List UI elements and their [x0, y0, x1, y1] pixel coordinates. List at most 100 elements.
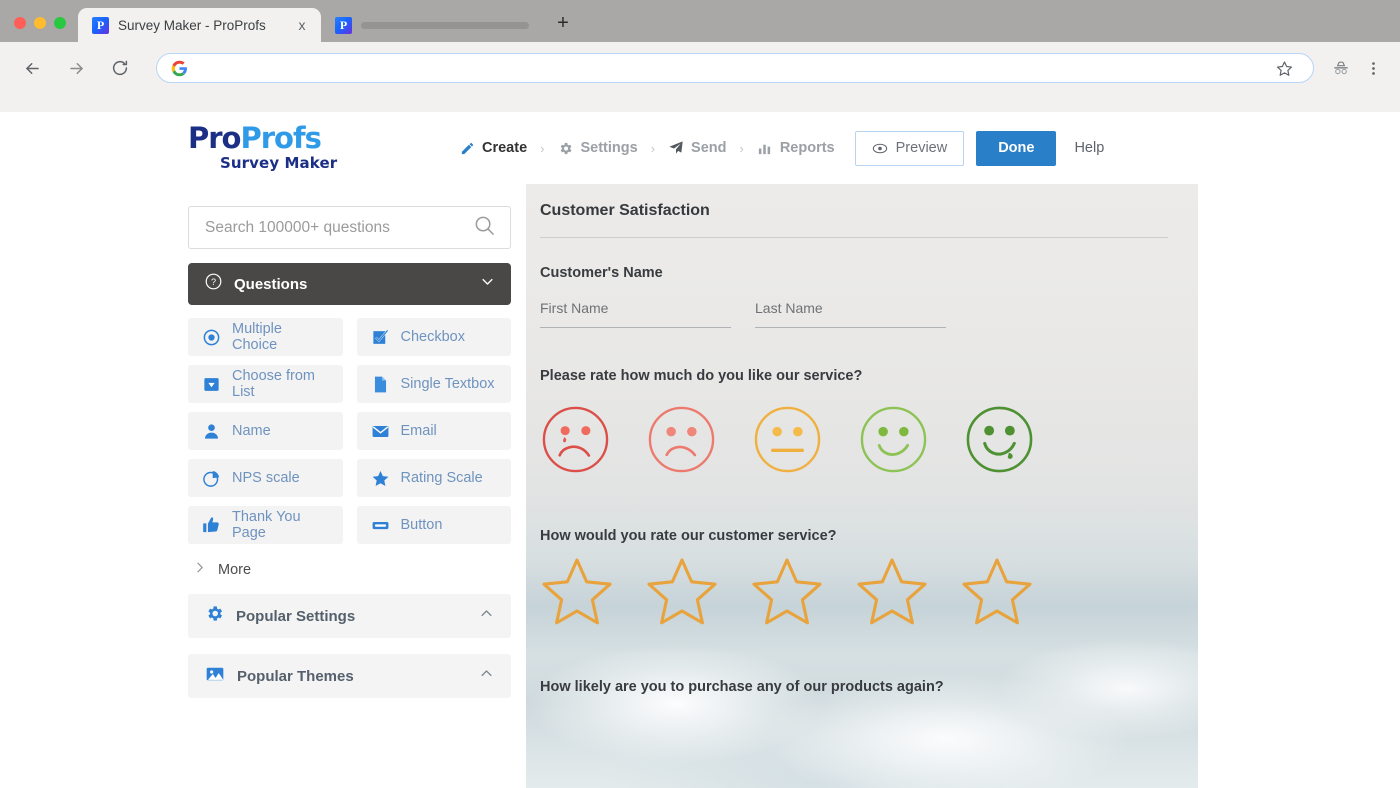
help-link[interactable]: Help — [1074, 140, 1104, 156]
star-outline-icon[interactable] — [1269, 53, 1299, 83]
new-tab-button[interactable]: + — [546, 6, 580, 40]
preview-button[interactable]: Preview — [854, 130, 965, 166]
question-type-choose-from-list[interactable]: Choose from List — [188, 365, 343, 403]
chrome-bottom-edge — [0, 94, 1400, 112]
question-type-label: Thank You Page — [232, 509, 301, 541]
survey-preview-pane: Customer Satisfaction Customer's Name Fi… — [526, 184, 1198, 788]
question-type-multiple-choice[interactable]: Multiple Choice — [188, 318, 343, 356]
question-type-email[interactable]: Email — [356, 412, 511, 450]
more-button[interactable]: More — [188, 561, 511, 578]
minimize-window-button[interactable] — [34, 17, 46, 29]
question-type-label: Button — [400, 517, 443, 533]
question-type-thank-you-page[interactable]: Thank You Page — [188, 506, 343, 544]
svg-text:?: ? — [211, 277, 216, 287]
back-arrow-icon[interactable] — [17, 53, 47, 83]
star-rating-question[interactable]: How would you rate our customer service? — [540, 528, 1168, 627]
nav-item-create[interactable]: Create — [453, 140, 533, 156]
questions-panel-label: Questions — [234, 275, 308, 293]
survey-title[interactable]: Customer Satisfaction — [540, 184, 1168, 220]
logo-wordmark: ProProfs — [188, 124, 358, 153]
smiley-very-happy-face[interactable] — [964, 404, 1035, 475]
field-underline — [540, 327, 731, 328]
smiley-smiling-face[interactable] — [858, 404, 929, 475]
popular-settings-panel[interactable]: Popular Settings — [188, 594, 511, 638]
maximize-window-button[interactable] — [54, 17, 66, 29]
page-content: ProProfs Survey Maker Create › Settings … — [0, 112, 1400, 788]
question-type-name[interactable]: Name — [188, 412, 343, 450]
nav-label-send: Send — [691, 140, 727, 156]
question-type-label: Checkbox — [400, 329, 465, 345]
address-bar[interactable] — [156, 53, 1314, 83]
app-navigation: Create › Settings › Send › Reports Previ… — [453, 130, 1104, 166]
chevron-up-icon[interactable] — [479, 666, 494, 686]
last-name-field[interactable]: Last Name — [755, 300, 946, 328]
nav-item-send[interactable]: Send — [662, 140, 732, 156]
search-icon[interactable] — [473, 214, 496, 242]
nav-item-settings[interactable]: Settings — [551, 140, 643, 156]
browser-tab-active[interactable]: P Survey Maker - ProProfs x — [78, 8, 321, 42]
popular-themes-panel[interactable]: Popular Themes — [188, 654, 511, 698]
app-header: ProProfs Survey Maker Create › Settings … — [0, 112, 1400, 184]
forward-arrow-icon[interactable] — [61, 53, 91, 83]
question-type-single-textbox[interactable]: Single Textbox — [356, 365, 511, 403]
person-icon — [202, 422, 221, 441]
purchase-likelihood-question[interactable]: How likely are you to purchase any of ou… — [540, 679, 1168, 695]
star-outline-1[interactable] — [540, 556, 614, 627]
star-filled-icon — [371, 469, 390, 488]
star-outline-3[interactable] — [750, 556, 824, 627]
question-type-rating-scale[interactable]: Rating Scale — [356, 459, 511, 497]
nav-label-reports: Reports — [779, 140, 835, 156]
sidebar: Search 100000+ questions ? Questions Mul… — [0, 184, 526, 788]
chevron-up-icon[interactable] — [479, 606, 494, 626]
search-input[interactable]: Search 100000+ questions — [188, 206, 511, 249]
star-outline-4[interactable] — [855, 556, 929, 627]
smiley-neutral-face[interactable] — [752, 404, 823, 475]
panel-label: Popular Themes — [237, 667, 354, 685]
toolbar-right-group — [1326, 53, 1388, 83]
question-mark-circle-icon: ? — [204, 272, 223, 296]
star-outline-5[interactable] — [960, 556, 1034, 627]
smiley-sad-face[interactable] — [646, 404, 717, 475]
question-type-label: NPS scale — [232, 470, 300, 486]
panel-label: Popular Settings — [236, 607, 356, 625]
smiley-rating-question[interactable]: Please rate how much do you like our ser… — [540, 368, 1168, 475]
gear-icon — [557, 140, 573, 156]
survey-content: Customer Satisfaction Customer's Name Fi… — [526, 184, 1198, 788]
first-name-field[interactable]: First Name — [540, 300, 731, 328]
star-outline-2[interactable] — [645, 556, 719, 627]
done-button[interactable]: Done — [976, 130, 1057, 166]
nav-label-settings: Settings — [580, 140, 638, 156]
question-type-button[interactable]: Button — [356, 506, 511, 544]
chevron-down-icon[interactable] — [480, 274, 495, 294]
questions-panel-header[interactable]: ? Questions — [188, 263, 511, 305]
three-dot-menu-icon[interactable] — [1358, 53, 1388, 83]
customer-name-question[interactable]: Customer's Name First Name Last Name — [540, 265, 1168, 328]
tab-title: Survey Maker - ProProfs — [118, 17, 266, 33]
window-traffic-lights — [0, 17, 78, 42]
nav-separator: › — [540, 140, 545, 156]
close-window-button[interactable] — [14, 17, 26, 29]
google-g-icon — [171, 60, 187, 76]
smiley-crying-face[interactable] — [540, 404, 611, 475]
browser-tab-inactive[interactable]: P — [321, 8, 546, 42]
question-label: How would you rate our customer service? — [540, 528, 837, 544]
nav-item-reports[interactable]: Reports — [751, 140, 841, 156]
question-type-label: Email — [400, 423, 437, 439]
question-type-label: Rating Scale — [400, 470, 483, 486]
incognito-icon[interactable] — [1326, 53, 1356, 83]
browser-toolbar — [0, 42, 1400, 94]
reload-icon[interactable] — [105, 53, 135, 83]
question-type-nps-scale[interactable]: NPS scale — [188, 459, 343, 497]
pie-chart-icon — [202, 469, 221, 488]
help-label: Help — [1074, 140, 1105, 156]
tab-strip: P Survey Maker - ProProfs x P + — [0, 0, 1400, 42]
page-body: Search 100000+ questions ? Questions Mul… — [0, 184, 1400, 788]
question-type-label: Choose from List — [232, 368, 316, 400]
proprofs-logo[interactable]: ProProfs Survey Maker — [188, 124, 358, 173]
question-type-label: Single Textbox — [400, 376, 495, 392]
gear-blue-icon — [205, 604, 224, 628]
thumbs-up-icon — [202, 516, 221, 535]
close-tab-icon[interactable]: x — [293, 17, 311, 33]
question-type-checkbox[interactable]: Checkbox — [356, 318, 511, 356]
smiley-options-row — [540, 404, 1168, 475]
